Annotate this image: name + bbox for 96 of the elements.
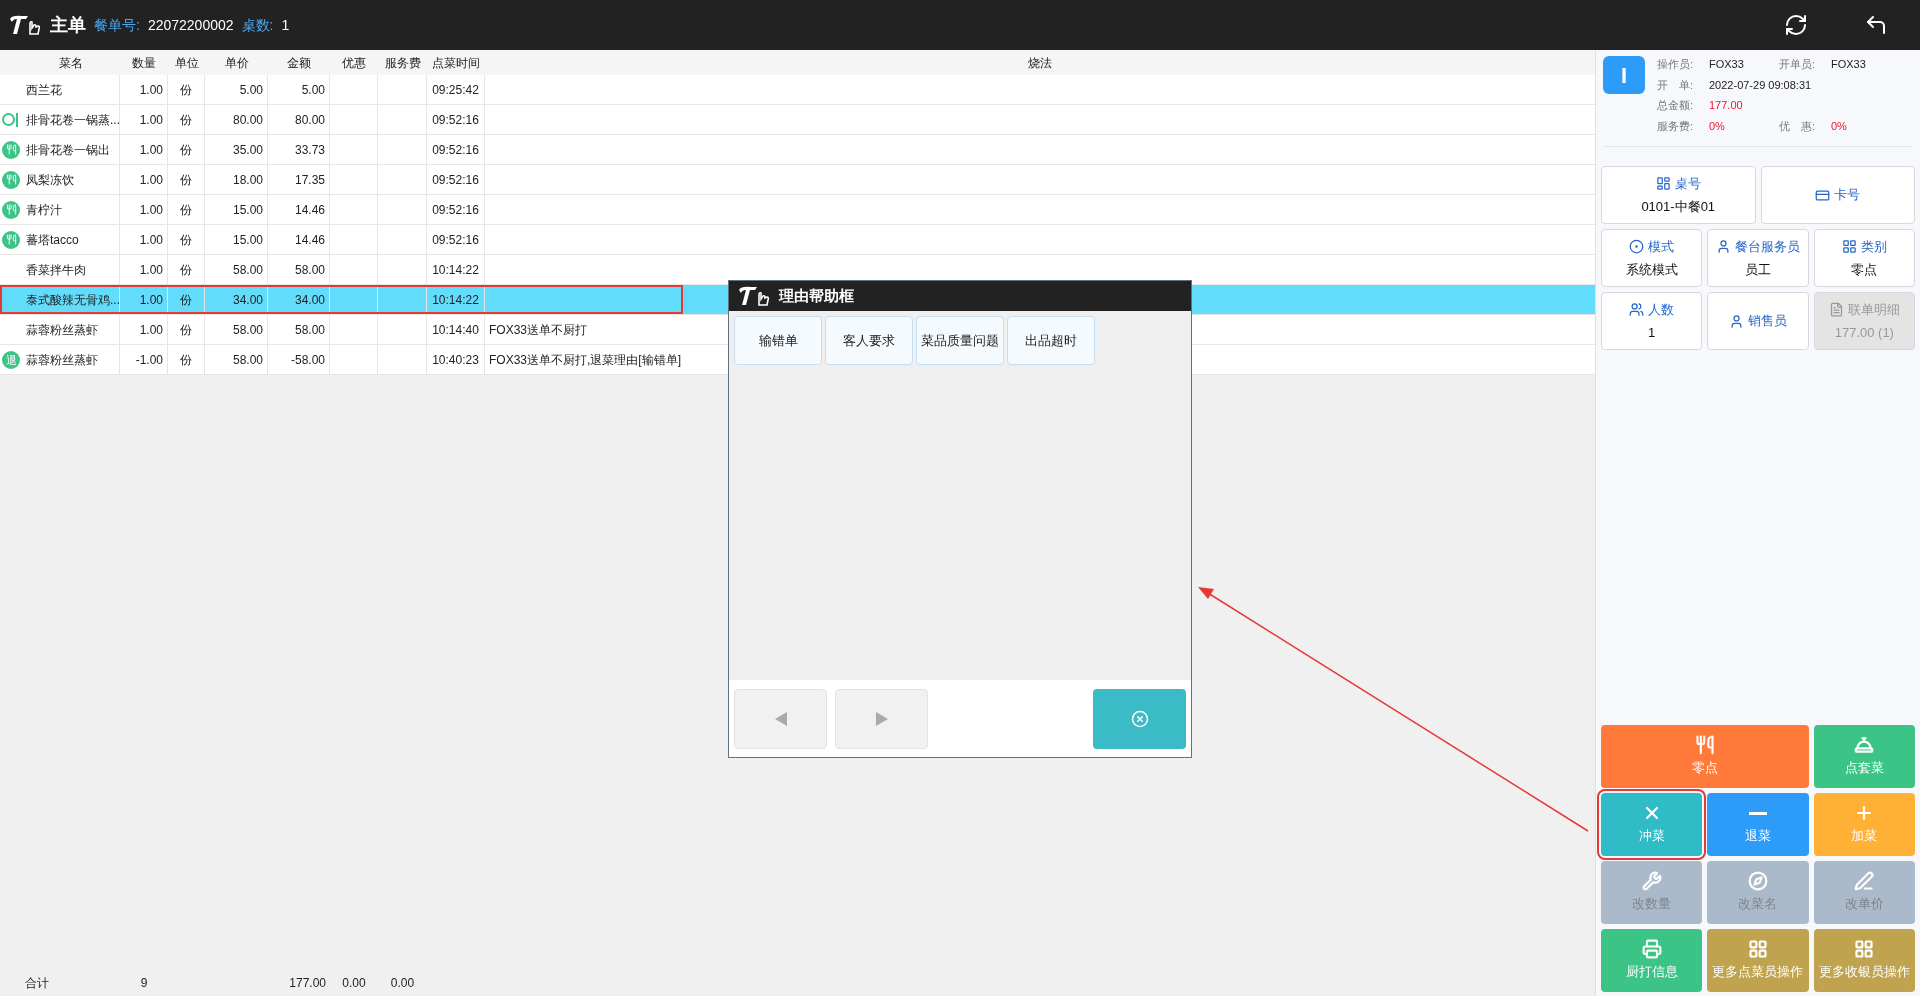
table-cell-text: -58.00 — [289, 351, 326, 369]
table-cell-text: 5.00 — [238, 81, 264, 99]
table-cell-text: 34.00 — [231, 291, 264, 309]
table-cell-text: 排骨花卷一锅出 — [25, 141, 111, 159]
column-header: 数量 — [131, 54, 157, 72]
table-cell-text: 份 — [179, 291, 193, 309]
table-cell-text: 15.00 — [231, 231, 264, 249]
open-time-label: 开 单: — [1657, 77, 1695, 93]
table-cell-text: 09:25:42 — [431, 81, 480, 99]
table-cell-text: 份 — [179, 81, 193, 99]
table-count: 1 — [281, 15, 290, 35]
total-quantity: 9 — [139, 975, 149, 992]
table-cell-text: 份 — [179, 321, 193, 339]
table-cell-text: 10:14:22 — [431, 291, 480, 309]
table-cell-text: 香菜拌牛肉 — [25, 261, 87, 279]
open-time-value: 2022-07-29 09:08:31 — [1709, 77, 1813, 93]
column-header: 优惠 — [341, 54, 367, 72]
table-cell-text: 份 — [179, 201, 193, 219]
table-cell-text: 5.00 — [300, 81, 326, 99]
table-cell-text: FOX33送单不厨打,退菜理由[输错单] — [488, 351, 683, 369]
column-header: 金额 — [286, 54, 312, 72]
table-cell-text: 1.00 — [138, 171, 164, 189]
operator-label: 操作员: — [1657, 57, 1695, 72]
order-number: 22072200002 — [147, 15, 234, 35]
table-cell-text: 17.35 — [293, 171, 326, 189]
discount-label: 优 惠: — [1779, 118, 1817, 134]
table-cell-text: 1.00 — [138, 321, 164, 339]
table-cell-text: 09:52:16 — [431, 141, 480, 159]
table-cell-text: 09:52:16 — [431, 231, 480, 249]
table-cell-text: 58.00 — [231, 261, 264, 279]
table-count-label: 桌数: — [241, 15, 274, 35]
service-fee-value: 0% — [1709, 118, 1726, 134]
discount-value: 0% — [1831, 118, 1848, 134]
app-title: 主单 — [50, 13, 86, 37]
table-cell-text: 份 — [179, 261, 193, 279]
table-cell-text: 58.00 — [231, 321, 264, 339]
table-cell-text: 1.00 — [138, 231, 164, 249]
total-amount-value: 177.00 — [1709, 98, 1744, 113]
column-header: 服务费 — [383, 54, 422, 72]
total-discount: 0.00 — [341, 975, 367, 992]
table-cell-text: 1.00 — [138, 291, 164, 309]
total-label: 合计 — [24, 975, 50, 992]
table-cell-text: 10:14:40 — [431, 321, 480, 339]
table-cell-text: 34.00 — [293, 291, 326, 309]
table-cell-text: 80.00 — [231, 111, 264, 129]
table-cell-text: FOX33送单不厨打 — [488, 321, 588, 339]
table-cell-text: 1.00 — [138, 111, 164, 129]
table-cell-text: 09:52:16 — [431, 171, 480, 189]
service-fee-label: 服务费: — [1657, 118, 1695, 134]
table-cell-text: 份 — [179, 171, 193, 189]
table-cell-text: 14.46 — [293, 231, 326, 249]
table-cell-text: 西兰花 — [25, 81, 63, 99]
table-cell-text: 份 — [179, 141, 193, 159]
column-header: 单位 — [173, 54, 200, 72]
operator-badge: I — [1603, 56, 1645, 94]
table-cell-text: 18.00 — [231, 171, 264, 189]
table-cell-text: 58.00 — [231, 351, 264, 369]
table-cell-text: 1.00 — [138, 81, 164, 99]
table-cell-text: 80.00 — [293, 111, 326, 129]
total-amount-label: 总金额: — [1657, 98, 1695, 113]
operator-value: FOX33 — [1709, 57, 1745, 72]
table-cell-text: 10:14:22 — [431, 261, 480, 279]
table-cell-text: 09:52:16 — [431, 111, 480, 129]
table-cell-text: 蕃塔tacco — [25, 231, 80, 249]
column-header: 菜名 — [58, 54, 84, 72]
table-cell-text: 份 — [179, 231, 193, 249]
column-header: 烧法 — [1027, 54, 1053, 72]
table-cell-text: 排骨花卷一锅蒸... — [25, 111, 119, 129]
table-cell-text: -1.00 — [134, 351, 164, 369]
returned-badge: 退 — [2, 350, 20, 369]
table-cell-text: 35.00 — [231, 141, 264, 159]
table-cell-text: 58.00 — [293, 321, 326, 339]
table-cell-text: 份 — [179, 111, 193, 129]
total-amount: 177.00 — [288, 975, 327, 992]
dialog-title: 理由帮助框 — [779, 285, 854, 306]
table-cell-text: 泰式酸辣无骨鸡... — [25, 291, 119, 309]
opener-label: 开单员: — [1779, 57, 1817, 72]
table-cell-text: 凤梨冻饮 — [25, 171, 75, 189]
table-cell-text: 09:52:16 — [431, 201, 480, 219]
table-cell-text: 14.46 — [293, 201, 326, 219]
opener-value: FOX33 — [1831, 57, 1867, 72]
table-cell-text: 份 — [179, 351, 193, 369]
column-header: 点菜时间 — [431, 54, 481, 72]
table-cell-text: 1.00 — [138, 141, 164, 159]
table-cell-text: 58.00 — [293, 261, 326, 279]
table-cell-text: 33.73 — [293, 141, 326, 159]
order-number-label: 餐单号: — [94, 15, 140, 35]
table-cell-text: 1.00 — [138, 261, 164, 279]
table-cell-text: 1.00 — [138, 201, 164, 219]
table-cell-text: 蒜蓉粉丝蒸虾 — [25, 351, 99, 369]
table-cell-text: 15.00 — [231, 201, 264, 219]
table-cell-text: 蒜蓉粉丝蒸虾 — [25, 321, 99, 339]
total-service-fee: 0.00 — [389, 975, 416, 992]
table-cell-text: 青柠汁 — [25, 201, 63, 219]
column-header: 单价 — [223, 54, 250, 72]
table-cell-text: 10:40:23 — [431, 351, 480, 369]
